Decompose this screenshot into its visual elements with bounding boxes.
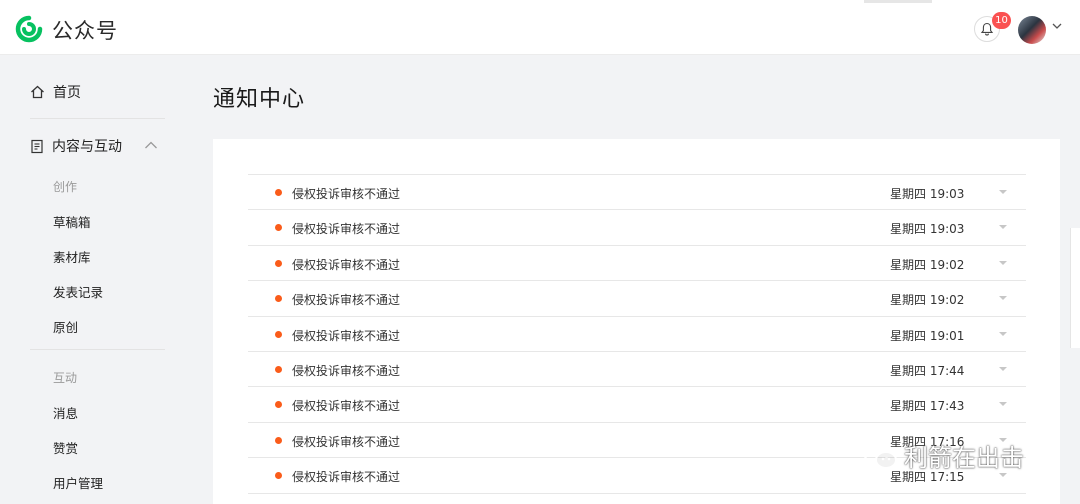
sidebar-section-content[interactable]: 内容与互动 xyxy=(30,136,122,156)
watermark-text: 利箭在出击 xyxy=(904,444,1024,472)
unread-dot-icon xyxy=(275,295,282,303)
notification-time: 星期四 17:43 xyxy=(890,399,965,414)
top-bar: 公众号 10 xyxy=(0,0,1080,55)
expand-caret-icon[interactable] xyxy=(999,402,1007,407)
sidebar-item-user-management[interactable]: 用户管理 xyxy=(53,473,103,492)
home-icon xyxy=(31,85,44,99)
notification-row[interactable]: 侵权投诉审核不通过 星期四 19:02 xyxy=(248,246,1026,282)
notification-title: 侵权投诉审核不通过 xyxy=(292,328,401,343)
notification-row[interactable]: 侵权投诉审核不通过 星期四 17:43 xyxy=(248,387,1026,423)
sidebar-item-original[interactable]: 原创 xyxy=(53,317,78,336)
user-avatar[interactable] xyxy=(1018,16,1046,44)
expand-caret-icon[interactable] xyxy=(999,225,1007,230)
sidebar-item-materials[interactable]: 素材库 xyxy=(53,247,91,266)
sidebar-item-publish-history[interactable]: 发表记录 xyxy=(53,282,103,301)
wechat-official-logo-icon[interactable] xyxy=(14,14,44,44)
unread-dot-icon xyxy=(275,224,282,232)
notification-title: 侵权投诉审核不通过 xyxy=(292,470,401,485)
unread-dot-icon xyxy=(275,189,282,196)
sidebar-item-messages[interactable]: 消息 xyxy=(53,403,78,422)
unread-dot-icon xyxy=(275,259,282,267)
sidebar-divider xyxy=(30,118,165,119)
notification-title: 侵权投诉审核不通过 xyxy=(292,363,401,378)
notification-row[interactable]: 侵权投诉审核不通过 星期四 19:03 xyxy=(248,175,1026,211)
notification-row[interactable]: 侵权投诉审核不通过 星期四 19:01 xyxy=(248,317,1026,352)
unread-dot-icon xyxy=(275,365,282,373)
chevron-up-icon[interactable] xyxy=(144,140,158,150)
unread-dot-icon xyxy=(275,436,282,444)
notification-title: 侵权投诉审核不通过 xyxy=(292,187,401,201)
page-title: 通知中心 xyxy=(213,87,306,112)
brand-name[interactable]: 公众号 xyxy=(52,15,118,45)
expand-caret-icon[interactable] xyxy=(999,366,1007,371)
expand-caret-icon[interactable] xyxy=(999,296,1007,301)
watermark: 利箭在出击 xyxy=(862,438,1024,473)
notification-title: 侵权投诉审核不通过 xyxy=(292,399,401,414)
notification-time: 星期四 17:44 xyxy=(890,363,965,378)
notification-title: 侵权投诉审核不通过 xyxy=(292,222,401,237)
unread-dot-icon xyxy=(275,330,282,338)
sidebar-item-home-label: 首页 xyxy=(53,85,81,101)
notification-title: 侵权投诉审核不通过 xyxy=(292,293,401,308)
notification-time: 星期四 19:02 xyxy=(890,293,965,308)
sidebar-item-drafts[interactable]: 草稿箱 xyxy=(53,212,91,231)
notification-time: 星期四 19:03 xyxy=(890,187,965,201)
notification-row[interactable]: 侵权投诉审核不通过 星期四 17:44 xyxy=(248,352,1026,388)
notification-title: 侵权投诉审核不通过 xyxy=(292,434,401,449)
document-icon xyxy=(31,139,43,153)
sidebar-item-home[interactable]: 首页 xyxy=(30,82,81,102)
sidebar xyxy=(0,56,190,504)
notification-row[interactable]: 侵权投诉审核不通过 星期四 19:02 xyxy=(248,281,1026,317)
sidebar-section-label: 内容与互动 xyxy=(52,139,122,155)
notification-time: 星期四 19:01 xyxy=(890,328,965,343)
expand-caret-icon[interactable] xyxy=(999,473,1007,478)
expand-caret-icon[interactable] xyxy=(999,190,1007,194)
notification-title: 侵权投诉审核不通过 xyxy=(292,257,401,272)
unread-dot-icon xyxy=(275,401,282,409)
sidebar-item-rewards[interactable]: 赞赏 xyxy=(53,438,78,457)
sidebar-divider xyxy=(30,349,165,350)
notification-row[interactable]: 侵权投诉审核不通过 星期四 19:03 xyxy=(248,210,1026,246)
top-tab-indicator xyxy=(864,0,932,3)
notification-count-badge: 10 xyxy=(992,12,1011,29)
sidebar-group-label: 互动 xyxy=(53,371,78,385)
side-floating-panel xyxy=(1070,228,1080,348)
chevron-down-icon[interactable] xyxy=(1052,22,1062,30)
sidebar-group-label: 创作 xyxy=(53,180,78,194)
expand-caret-icon[interactable] xyxy=(999,260,1007,265)
notification-time: 星期四 19:03 xyxy=(890,222,965,237)
notification-time: 星期四 19:02 xyxy=(890,257,965,272)
wechat-icon xyxy=(863,442,897,469)
unread-dot-icon xyxy=(275,472,282,480)
expand-caret-icon[interactable] xyxy=(999,331,1007,336)
